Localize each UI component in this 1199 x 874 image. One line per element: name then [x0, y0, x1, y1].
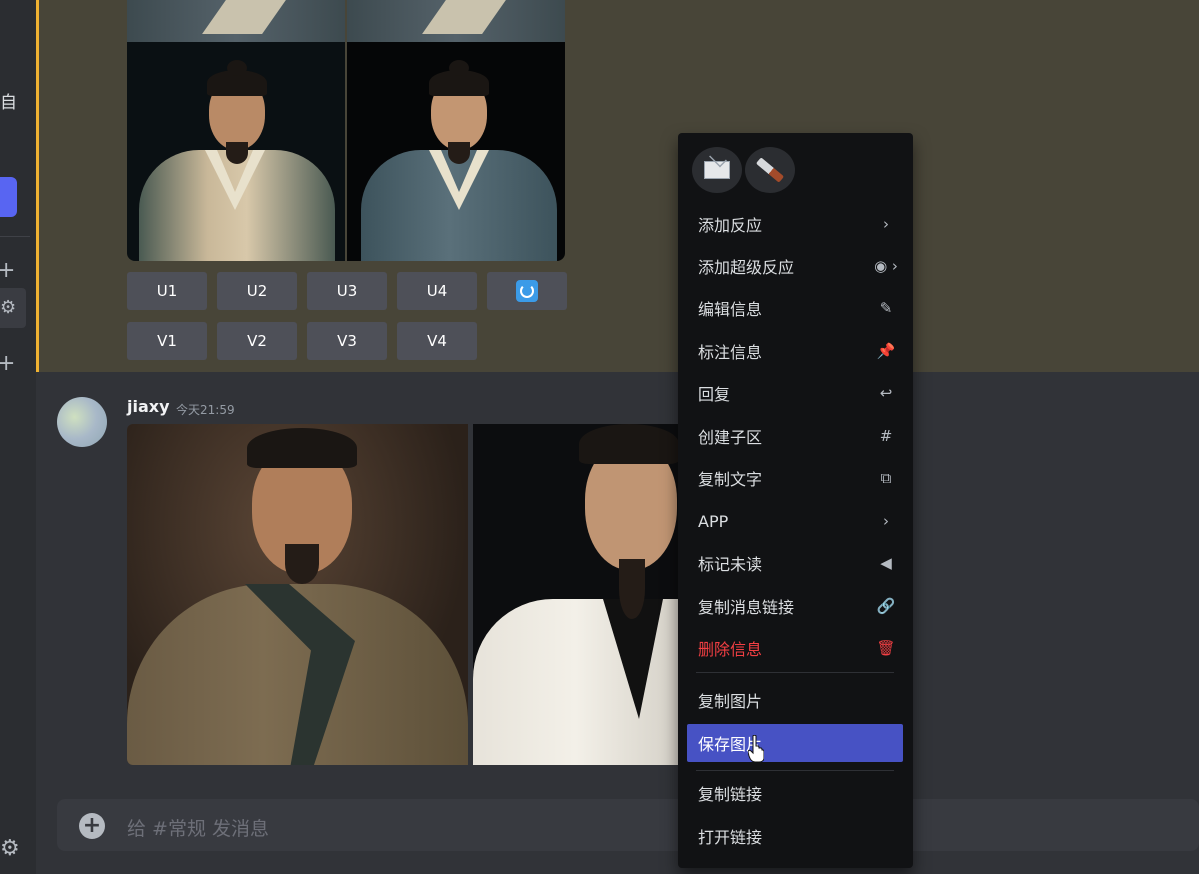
sidebar-selected-button[interactable] — [0, 177, 17, 217]
unread-icon: ◀ — [880, 554, 892, 572]
envelope-icon — [704, 161, 730, 179]
menu-item[interactable]: APP › — [687, 502, 903, 540]
refresh-icon — [516, 280, 538, 302]
avatar[interactable] — [57, 397, 107, 447]
chevron-right-icon: › — [883, 512, 889, 530]
hair-knot — [449, 60, 469, 76]
upscale-button-2[interactable]: U2 — [217, 272, 297, 310]
robe-fragment — [127, 0, 345, 42]
message-timestamp: 今天21:59 — [176, 403, 235, 417]
quick-reaction-envelope[interactable] — [692, 147, 742, 193]
menu-item[interactable]: 打开链接 — [687, 817, 903, 855]
user-settings-gear-icon[interactable]: ⚙ — [0, 836, 20, 861]
menu-item-label: 回复 — [698, 385, 731, 404]
menu-item-label: 复制文字 — [698, 470, 763, 489]
menu-item-label: 保存图片 — [698, 735, 763, 754]
copy-icon: ⧉ — [880, 469, 892, 487]
pin-icon: 📌 — [876, 342, 896, 360]
beard — [619, 559, 645, 619]
menu-item-label: APP — [698, 511, 729, 531]
hair-knot — [227, 60, 247, 76]
menu-item[interactable]: 添加超级反应 ◉ › — [687, 247, 903, 285]
menu-item[interactable]: 添加反应 › — [687, 205, 903, 243]
image-grid-preview[interactable] — [127, 0, 565, 261]
menu-item[interactable]: 复制链接 — [687, 774, 903, 812]
menu-item[interactable]: 复制文字 ⧉ — [687, 459, 903, 497]
reroll-button[interactable] — [487, 272, 567, 310]
menu-item[interactable]: 复制消息链接 🔗 — [687, 587, 903, 625]
variation-button-1[interactable]: V1 — [127, 322, 207, 360]
menu-item[interactable]: 创建子区 # — [687, 417, 903, 455]
beard — [226, 142, 248, 164]
hair — [247, 428, 357, 468]
hair — [579, 424, 678, 464]
server-name-fragment[interactable]: 自 — [0, 88, 17, 113]
upscale-button-3[interactable]: U3 — [307, 272, 387, 310]
robe-fragment — [347, 0, 565, 42]
reply-icon: ↩ — [879, 384, 893, 402]
menu-separator — [696, 770, 894, 771]
menu-item-label: 添加反应 — [698, 216, 763, 235]
menu-item[interactable]: 标记未读 ◀ — [687, 544, 903, 582]
hand-cursor-icon — [748, 735, 764, 763]
beard — [285, 544, 319, 584]
menu-item-label: 打开链接 — [698, 828, 763, 847]
message-username[interactable]: jiaxy — [127, 397, 170, 416]
beard — [448, 142, 470, 164]
chevron-right-icon: › — [883, 215, 889, 233]
super-reaction-icon: ◉ › — [874, 257, 898, 275]
menu-item-label: 标注信息 — [698, 343, 763, 362]
gear-icon[interactable]: ⚙ — [0, 297, 16, 318]
menu-item[interactable]: 编辑信息 ✎ — [687, 289, 903, 327]
pencil-icon: ✎ — [879, 299, 893, 317]
menu-item-label: 复制链接 — [698, 785, 763, 804]
menu-item-label: 创建子区 — [698, 428, 763, 447]
variation-button-3[interactable]: V3 — [307, 322, 387, 360]
menu-item-label: 复制图片 — [698, 692, 763, 711]
menu-separator — [696, 672, 894, 673]
link-icon: 🔗 — [876, 597, 896, 615]
menu-item-label: 添加超级反应 — [698, 258, 795, 277]
menu-item[interactable]: 标注信息 📌 — [687, 332, 903, 370]
upscale-button-4[interactable]: U4 — [397, 272, 477, 310]
mention-bar — [36, 0, 39, 372]
trash-icon: 🗑 — [876, 639, 896, 657]
message-input-placeholder[interactable]: 给 #常规 发消息 — [127, 814, 269, 841]
sidebar-divider — [0, 236, 30, 237]
add-icon[interactable]: + — [0, 353, 15, 375]
variation-button-4[interactable]: V4 — [397, 322, 477, 360]
attach-plus-icon[interactable]: + — [79, 813, 105, 839]
variation-button-2[interactable]: V2 — [217, 322, 297, 360]
grid-image-3[interactable] — [127, 0, 345, 261]
quick-reaction-knife[interactable] — [745, 147, 795, 193]
server-sidebar: 自 + ⚙ + — [0, 0, 36, 874]
menu-item[interactable]: 复制图片 — [687, 681, 903, 719]
upscale-button-1[interactable]: U1 — [127, 272, 207, 310]
thread-icon: # — [879, 427, 893, 445]
menu-item-label: 删除信息 — [698, 640, 763, 659]
menu-item-label: 标记未读 — [698, 555, 763, 574]
add-icon[interactable]: + — [0, 260, 15, 282]
grid-image-4[interactable] — [347, 0, 565, 261]
message-image-2[interactable] — [473, 424, 678, 765]
menu-item-label: 复制消息链接 — [698, 598, 795, 617]
menu-item-label: 编辑信息 — [698, 300, 763, 319]
menu-item[interactable]: 回复 ↩ — [687, 374, 903, 412]
message-image-1[interactable] — [127, 424, 468, 765]
menu-item[interactable]: 删除信息 🗑 — [687, 629, 903, 667]
knife-icon — [755, 157, 785, 183]
menu-item[interactable]: 保存图片 — [687, 724, 903, 762]
